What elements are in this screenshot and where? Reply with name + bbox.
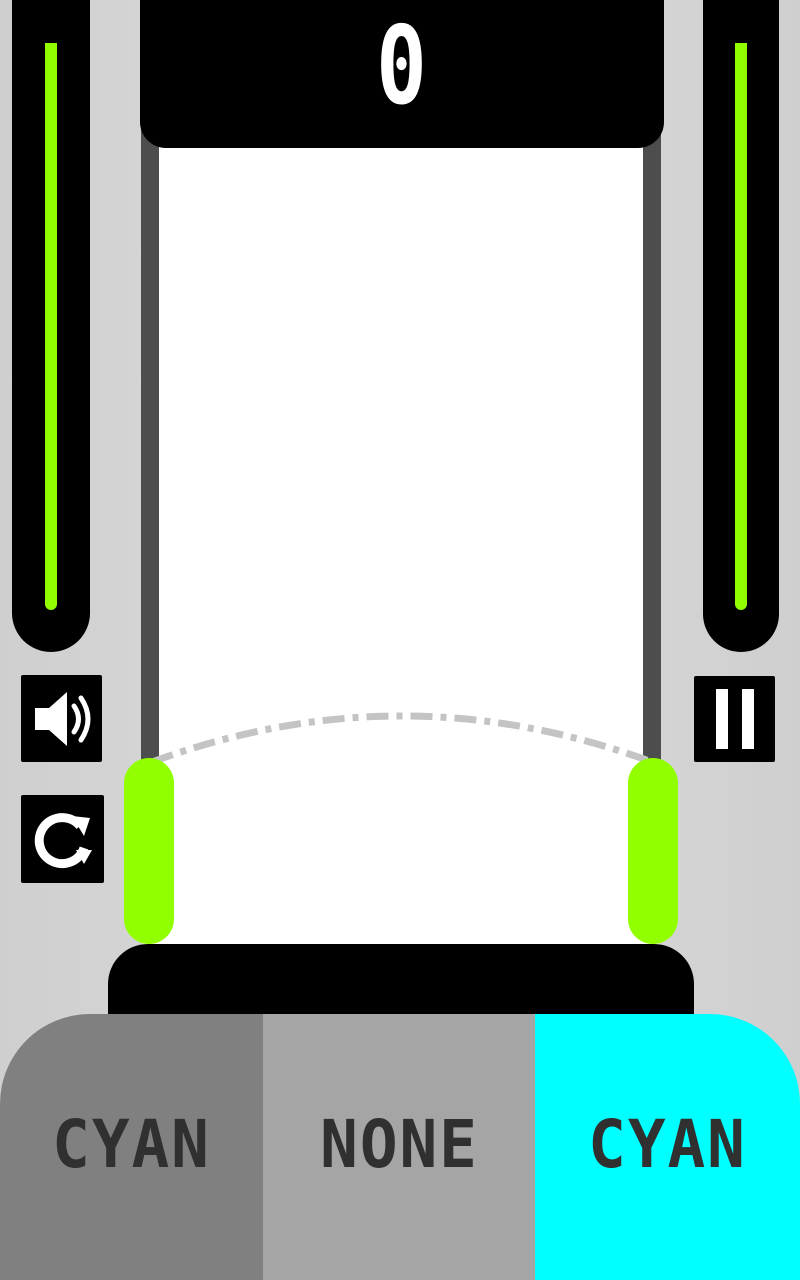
left-paddle[interactable] [124,758,174,944]
left-meter-fill [45,42,57,610]
right-paddle[interactable] [628,758,678,944]
pause-icon [715,689,754,749]
play-arena [143,120,659,960]
left-color-option[interactable]: CYAN [0,1014,263,1280]
right-meter-track [735,0,747,610]
left-meter-track [45,0,57,610]
speaker-volume-icon [34,691,90,746]
restart-button[interactable] [21,795,104,883]
middle-color-label: NONE [319,1105,479,1183]
left-color-label: CYAN [52,1105,211,1183]
left-rail [141,120,159,770]
pause-button[interactable] [694,676,775,762]
right-color-label: CYAN [588,1105,747,1183]
restart-arrow-icon [34,813,92,869]
color-selector: CYAN NONE CYAN [0,1014,800,1280]
left-level-meter [12,0,90,652]
score-value: 0 [376,4,428,129]
right-meter-fill [735,42,747,610]
middle-color-option[interactable]: NONE [263,1014,535,1280]
right-level-meter [703,0,779,652]
right-rail [643,120,661,770]
right-color-option[interactable]: CYAN [535,1014,800,1280]
ball-trajectory [150,712,654,766]
sound-button[interactable] [21,675,102,762]
score-panel: 0 [140,0,664,148]
